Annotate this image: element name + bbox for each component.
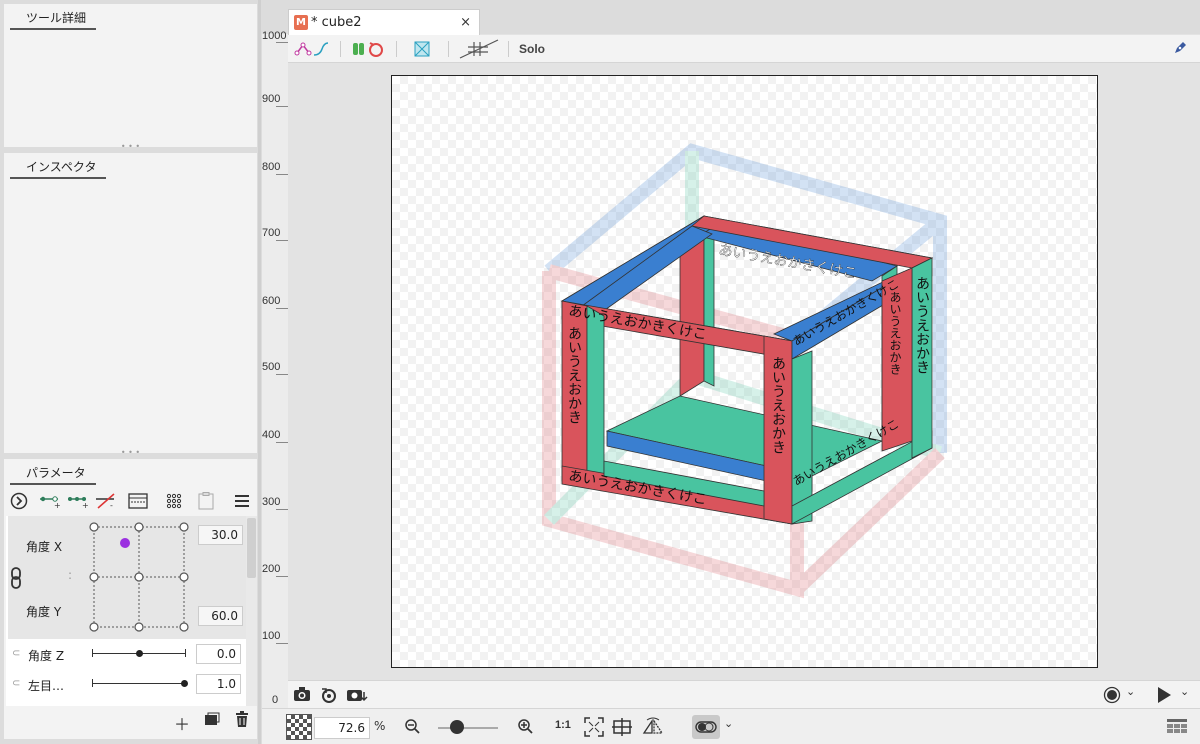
parameter-point[interactable]	[120, 538, 130, 548]
column-divider[interactable]	[258, 0, 261, 744]
folder-icon[interactable]	[204, 711, 220, 731]
solo-toggle[interactable]: Solo	[519, 42, 545, 56]
ruler-label: 400	[262, 429, 281, 441]
cube-text-back-pillar: あいうえおかき	[888, 291, 902, 375]
ruler-label: 600	[262, 295, 281, 307]
cube-text-left-pillar: あいうえおかき	[566, 326, 582, 424]
grid-dots-icon[interactable]	[164, 490, 184, 512]
angle-xy-block: 角度 X 角度 Y : 30.0 60.0	[8, 516, 248, 639]
parameter-list: 角度 X 角度 Y : 30.0 60.0 ⊂ 角度 Z 0.0 ⊂ 左目… 1…	[6, 516, 248, 706]
center-view-icon[interactable]	[612, 717, 632, 741]
camera-export-icon[interactable]	[346, 686, 368, 708]
canvas-bottom-toolbar: ⌄ ⌄	[288, 680, 1200, 708]
fit-screen-icon[interactable]	[584, 717, 604, 741]
canvas-viewport[interactable]: あいうえおかきくけこ あいうえおかきくけこ あいうえおかきくけこ あいうえおかき…	[288, 64, 1200, 680]
angle-x-value[interactable]: 30.0	[198, 525, 243, 545]
parameter-tab[interactable]: パラメータ	[10, 464, 96, 485]
link-chain-icon[interactable]	[10, 567, 22, 589]
flip-view-icon[interactable]	[642, 717, 664, 741]
document-tab[interactable]: M * cube2 ×	[288, 9, 480, 35]
remove-key-icon[interactable]: -	[94, 490, 118, 512]
document-tab-bar: M * cube2 ×	[262, 4, 1200, 35]
link-icon[interactable]: ⊂	[12, 678, 20, 689]
toggle-display-button[interactable]	[692, 715, 720, 739]
tool-details-panel: ツール詳細 • • •	[4, 4, 257, 151]
ruler-label: 800	[262, 161, 281, 173]
inspector-panel: インスペクタ • • •	[4, 153, 257, 457]
panel-resize-grip[interactable]: • • •	[4, 449, 257, 457]
add-key-icon[interactable]: +	[38, 490, 62, 512]
param-label-angle-x: 角度 X	[26, 540, 63, 554]
param-label-left-eye: 左目…	[28, 679, 65, 693]
param-colon: :	[68, 568, 73, 582]
left-eye-slider-knob[interactable]	[181, 680, 188, 687]
pen-icon[interactable]	[1172, 40, 1188, 60]
zoom-bar: 72.6 % 1:1 ⌄	[262, 708, 1200, 744]
editor-area: M * cube2 × Solo 1000 900 800 700 600 50…	[262, 4, 1200, 744]
zoom-slider-knob[interactable]	[450, 720, 464, 734]
chevron-down-icon[interactable]: ⌄	[1126, 685, 1135, 698]
zoom-slider-track[interactable]	[438, 727, 498, 729]
view-toolbar: Solo	[288, 35, 1200, 63]
camera-reset-icon[interactable]	[320, 686, 338, 708]
zoom-in-icon[interactable]	[517, 718, 533, 738]
vertical-ruler: 1000 900 800 700 600 500 400 300 200 100…	[262, 30, 288, 714]
svg-text:+: +	[82, 501, 89, 508]
close-icon[interactable]: ×	[460, 15, 471, 30]
zoom-input[interactable]: 72.6	[314, 717, 370, 739]
add-icon[interactable]: ＋	[174, 711, 190, 735]
add-keys-icon[interactable]: +	[66, 490, 90, 512]
svg-text:+: +	[54, 501, 61, 508]
model-canvas[interactable]: あいうえおかきくけこ あいうえおかきくけこ あいうえおかきくけこ あいうえおかき…	[391, 75, 1098, 668]
inspector-tab[interactable]: インスペクタ	[10, 158, 107, 179]
grid-off-icon[interactable]	[458, 39, 502, 59]
param-label-angle-z: 角度 Z	[28, 649, 65, 663]
link-icon[interactable]: ⊂	[12, 648, 20, 659]
chevron-down-icon[interactable]: ⌄	[1180, 685, 1189, 698]
parameter-scrollbar[interactable]	[246, 516, 257, 706]
transparency-checker-icon[interactable]	[286, 714, 312, 740]
clipboard-icon	[194, 490, 218, 512]
angle-z-value[interactable]: 0.0	[196, 644, 241, 664]
ruler-label: 900	[262, 93, 281, 105]
physics-icon[interactable]	[350, 39, 386, 59]
param-label-angle-y: 角度 Y	[26, 605, 62, 619]
keyform-table-icon[interactable]	[126, 490, 150, 512]
zoom-out-icon[interactable]	[404, 718, 420, 738]
xy-parameter-pad[interactable]	[88, 522, 190, 632]
cube-text-right-pillar: あいうえおかき	[914, 276, 930, 374]
record-icon[interactable]	[1103, 686, 1121, 708]
ruler-label: 700	[262, 227, 281, 239]
menu-icon[interactable]	[232, 490, 252, 512]
ruler-label: 100	[262, 630, 281, 642]
left-eye-value[interactable]: 1.0	[196, 674, 241, 694]
camera-icon[interactable]	[293, 686, 311, 706]
tool-details-tab[interactable]: ツール詳細	[10, 9, 97, 30]
document-tab-title: * cube2	[311, 15, 362, 30]
cube-text-mid-pillar: あいうえおかき	[770, 356, 786, 454]
deform-path-icon[interactable]	[294, 39, 330, 59]
ruler-label: 300	[262, 496, 281, 508]
play-icon[interactable]	[1156, 686, 1172, 708]
actual-size-button[interactable]: 1:1	[555, 719, 571, 731]
trash-icon[interactable]	[234, 711, 250, 732]
chevron-down-icon[interactable]: ⌄	[724, 717, 733, 730]
cube-model-render[interactable]: あいうえおかきくけこ あいうえおかきくけこ あいうえおかきくけこ あいうえおかき…	[392, 76, 1099, 669]
angle-y-value[interactable]: 60.0	[198, 606, 243, 626]
svg-text:-: -	[110, 501, 113, 509]
ruler-label: 200	[262, 563, 281, 575]
zoom-unit: %	[374, 719, 386, 733]
mesh-select-icon[interactable]	[412, 39, 432, 59]
ruler-label: 1000	[262, 30, 287, 42]
layout-icon[interactable]	[1167, 719, 1187, 737]
left-eye-slider-track[interactable]	[92, 683, 186, 684]
chevron-right-circle-icon[interactable]	[8, 490, 30, 512]
parameter-panel: パラメータ + + - 角度 X 角度 Y : 30.0 60.0 ⊂ 角度 Z…	[4, 459, 257, 739]
ruler-label: 0	[272, 694, 279, 706]
angle-z-slider-knob[interactable]	[136, 650, 143, 657]
panel-resize-grip[interactable]: • • •	[4, 143, 257, 151]
ruler-label: 500	[262, 361, 281, 373]
app-logo-icon: M	[294, 15, 308, 30]
